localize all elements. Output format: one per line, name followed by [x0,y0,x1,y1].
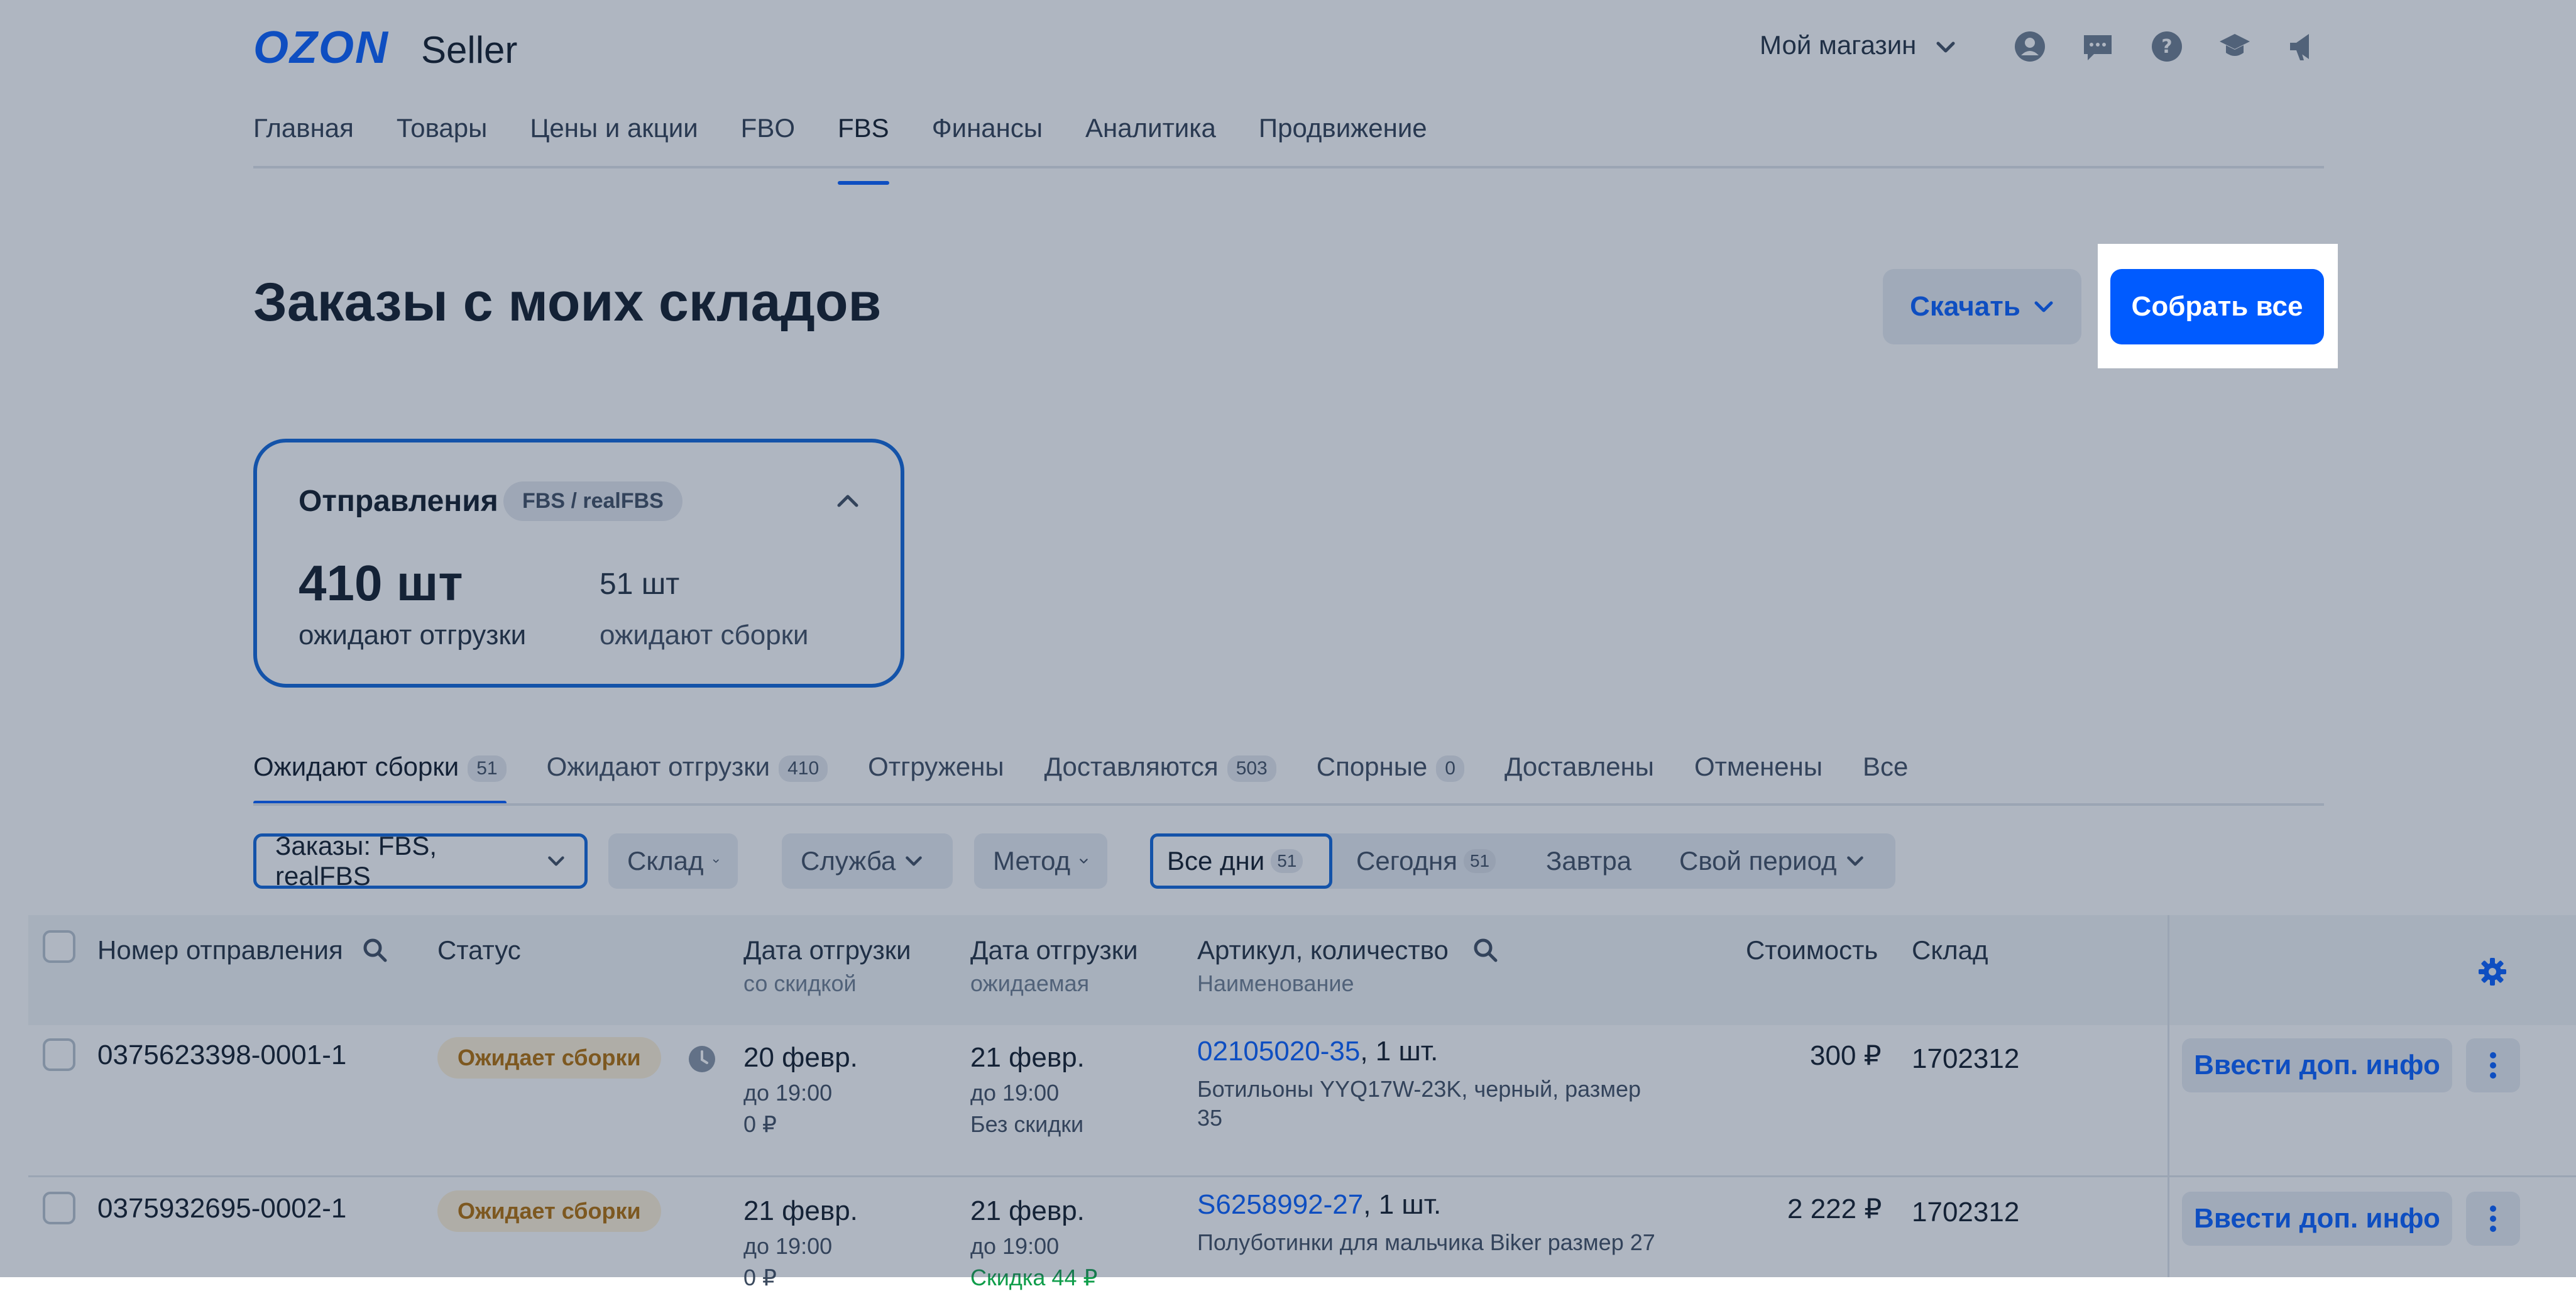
tour-overlay [0,0,2576,1277]
collect-all-button[interactable]: Собрать все [2110,269,2324,344]
